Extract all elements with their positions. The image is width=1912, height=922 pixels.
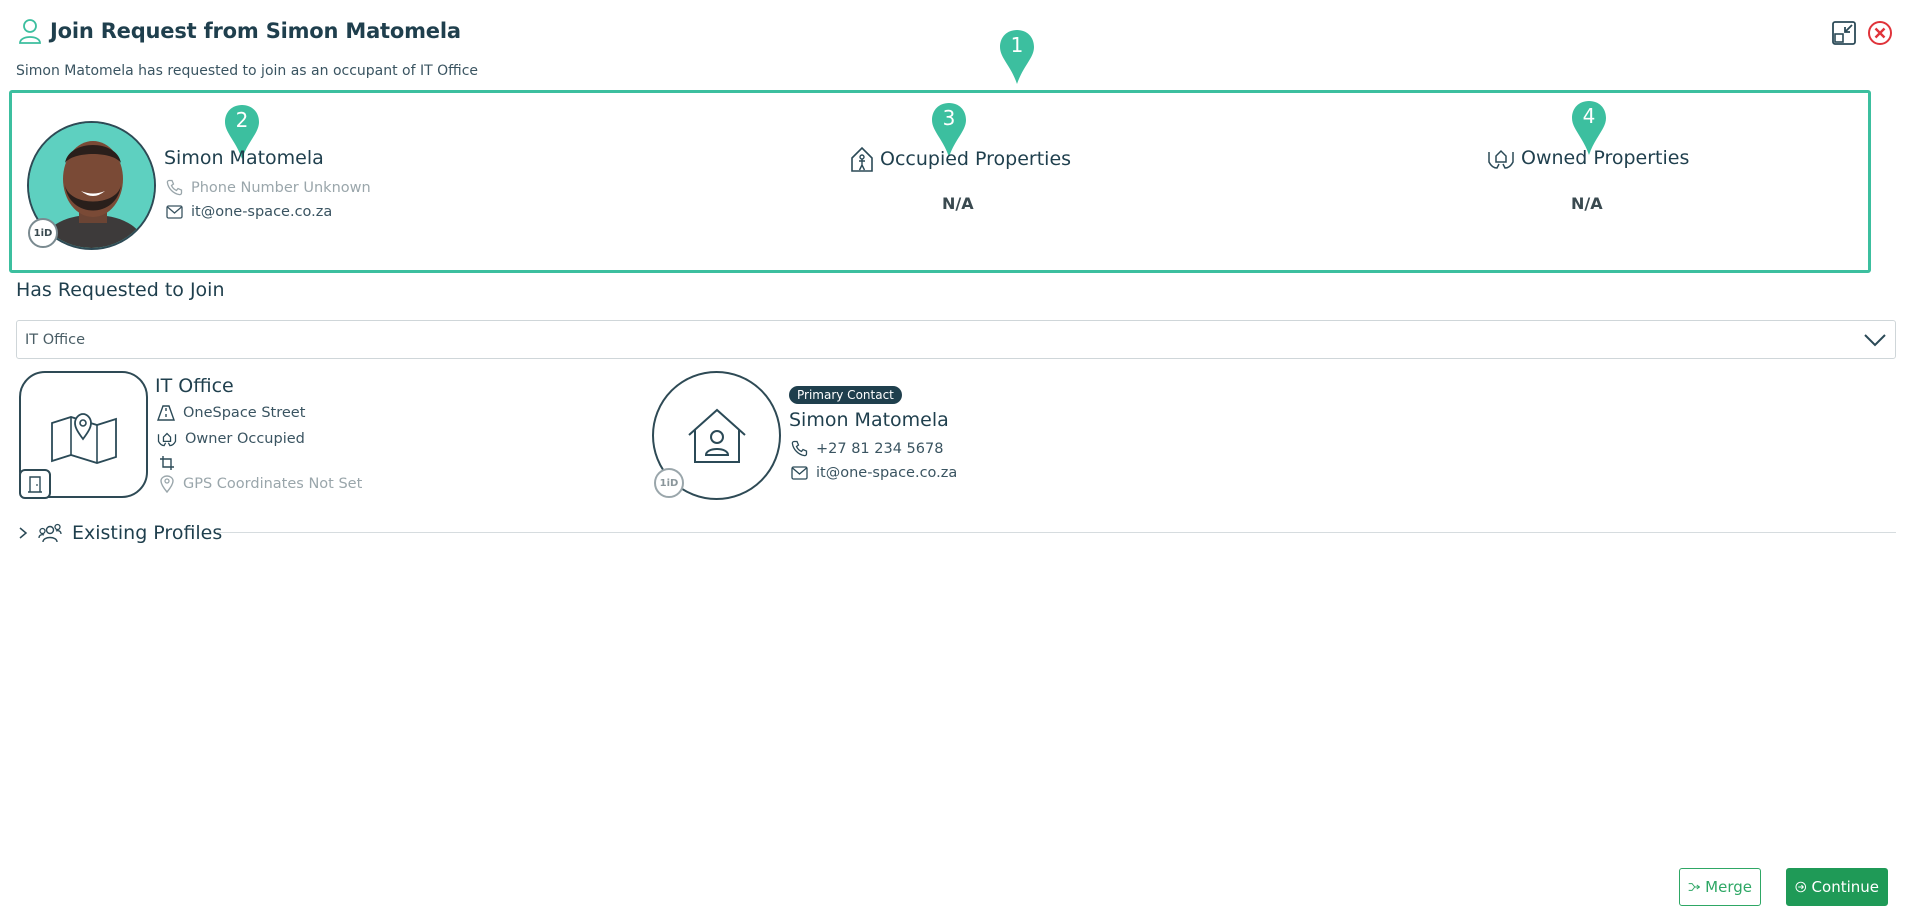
section-divider: [216, 532, 1896, 533]
contact-phone-row: +27 81 234 5678: [791, 440, 943, 457]
contact-id-badge: 1iD: [654, 468, 684, 498]
occupied-properties-heading: Occupied Properties: [850, 146, 1071, 172]
crop-icon: [159, 455, 175, 471]
property-ownership: Owner Occupied: [185, 430, 305, 447]
requester-name: Simon Matomela: [164, 147, 324, 169]
minimize-icon: [1831, 20, 1856, 45]
requester-email-row: it@one-space.co.za: [166, 204, 332, 220]
requester-id-badge: 1iD: [28, 218, 58, 248]
door-icon: [28, 476, 42, 493]
phone-icon: [166, 179, 183, 196]
existing-profiles-label: Existing Profiles: [72, 522, 223, 544]
property-street-row: OneSpace Street: [157, 405, 305, 421]
occupied-building-icon: [851, 146, 873, 172]
dialog-subtitle: Simon Matomela has requested to join as …: [16, 63, 478, 79]
owned-properties-value: N/A: [1571, 194, 1603, 213]
contact-email-row: it@one-space.co.za: [791, 465, 957, 481]
chevron-right-icon: [19, 527, 28, 539]
minimize-button[interactable]: [1830, 19, 1857, 46]
callout-marker-2: 2: [223, 103, 261, 159]
phone-icon: [791, 440, 808, 457]
home-user-icon: [687, 408, 746, 463]
owned-hands-icon: [157, 432, 177, 447]
close-icon: [1867, 20, 1892, 45]
property-select[interactable]: IT Office: [16, 320, 1896, 359]
property-gps-row: GPS Coordinates Not Set: [159, 475, 362, 493]
mail-icon: [791, 466, 808, 480]
property-gps: GPS Coordinates Not Set: [183, 476, 363, 492]
primary-contact-badge: Primary Contact: [789, 386, 902, 404]
requester-phone-row: Phone Number Unknown: [166, 179, 371, 196]
road-icon: [157, 405, 175, 421]
user-icon: [18, 18, 42, 44]
users-icon: [38, 523, 62, 543]
map-pin-icon: [50, 412, 117, 464]
dialog-title: Join Request from Simon Matomela: [50, 19, 461, 43]
owned-properties-heading: Owned Properties: [1487, 146, 1689, 170]
property-name: IT Office: [155, 375, 234, 397]
merge-icon: [1688, 883, 1701, 891]
contact-name: Simon Matomela: [789, 409, 949, 431]
contact-email: it@one-space.co.za: [816, 465, 958, 481]
property-street: OneSpace Street: [183, 405, 306, 421]
continue-button[interactable]: Continue: [1786, 868, 1888, 906]
occupied-properties-value: N/A: [942, 194, 974, 213]
property-select-value: IT Office: [25, 331, 86, 348]
arrow-right-circle-icon: [1795, 881, 1807, 893]
dialog-header: Join Request from Simon Matomela: [18, 16, 461, 46]
existing-profiles-toggle[interactable]: Existing Profiles: [18, 522, 222, 544]
location-pin-icon: [160, 475, 174, 493]
callout-marker-4: 4: [1570, 99, 1608, 155]
join-section-heading: Has Requested to Join: [16, 279, 225, 301]
chevron-down-icon: [1864, 333, 1886, 346]
property-ownership-row: Owner Occupied: [157, 430, 305, 447]
contact-phone: +27 81 234 5678: [816, 440, 944, 457]
callout-marker-1: 1: [998, 28, 1036, 84]
callout-marker-3: 3: [930, 101, 968, 157]
close-button[interactable]: [1866, 19, 1893, 46]
merge-button[interactable]: Merge: [1679, 868, 1761, 906]
requester-email: it@one-space.co.za: [191, 204, 333, 220]
property-door-badge: [19, 469, 51, 499]
owned-hands-icon: [1488, 149, 1514, 169]
requester-phone: Phone Number Unknown: [191, 179, 371, 196]
mail-icon: [166, 205, 183, 219]
